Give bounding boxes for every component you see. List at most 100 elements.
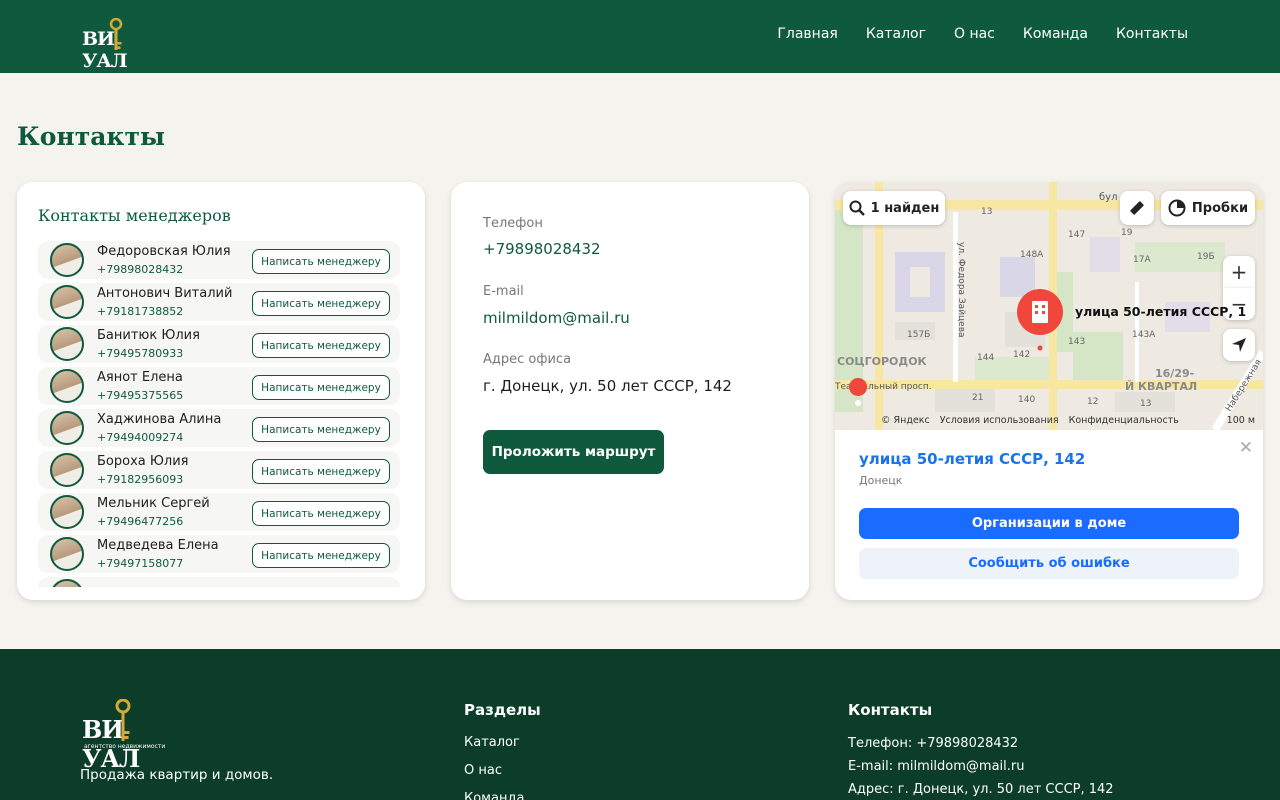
house-number: 17А xyxy=(1133,255,1151,265)
search-icon xyxy=(849,200,865,216)
place-city: Донецк xyxy=(859,474,903,487)
avatar xyxy=(50,327,84,361)
close-icon[interactable]: ✕ xyxy=(1239,438,1253,458)
footer-logo-subtitle: агентство недвижимости xyxy=(84,743,166,750)
avatar xyxy=(50,285,84,319)
write-manager-button[interactable]: Написать менеджеру xyxy=(252,543,390,568)
write-manager-button[interactable]: Написать менеджеру xyxy=(252,249,390,274)
manager-name: Бороха Юлия xyxy=(97,454,189,469)
manager-name: Аянот Елена xyxy=(97,370,183,385)
footer-sections-title: Разделы xyxy=(464,701,541,719)
manager-phone[interactable]: +79494009274 xyxy=(97,431,183,444)
zoom-in-button[interactable]: + xyxy=(1223,256,1255,288)
house-number: 19Б xyxy=(1197,252,1215,262)
write-manager-button[interactable]: Написать менеджеру xyxy=(252,501,390,526)
footer-link-catalog[interactable]: Каталог xyxy=(464,735,520,750)
phone-value[interactable]: +79898028432 xyxy=(483,240,601,258)
house-number: 13 xyxy=(981,207,992,217)
avatar xyxy=(50,243,84,277)
manager-name: Хаджинова Алина xyxy=(97,412,222,427)
list-item: Мельник Сергей +79496477256 Написать мен… xyxy=(38,493,400,531)
avatar xyxy=(50,495,84,529)
report-error-button[interactable]: Сообщить об ошибке xyxy=(859,548,1239,579)
house-number: 142 xyxy=(1013,350,1030,360)
avatar xyxy=(50,411,84,445)
key-icon xyxy=(109,18,123,50)
traffic-button[interactable]: Пробки xyxy=(1161,191,1255,225)
privacy-link[interactable]: Конфиденциальность xyxy=(1069,415,1179,426)
avatar xyxy=(50,537,84,571)
nav-about[interactable]: О нас xyxy=(954,26,995,42)
house-number: 157Б xyxy=(907,330,930,340)
nav-catalog[interactable]: Каталог xyxy=(866,26,926,42)
house-number: 143 xyxy=(1068,337,1085,347)
address-value: г. Донецк, ул. 50 лет СССР, 142 xyxy=(483,377,732,395)
avatar xyxy=(50,579,84,587)
logo[interactable]: ВИ УАЛ xyxy=(82,18,154,72)
house-number: 19 xyxy=(1121,228,1133,238)
list-item: Банитюк Юлия +79495780933 Написать менед… xyxy=(38,325,400,363)
district-label: 16/29- xyxy=(1155,367,1194,380)
write-manager-button[interactable]: Написать менеджеру xyxy=(252,375,390,400)
district-label: СОЦГОРОДОК xyxy=(837,355,927,368)
list-item: Федоровская Юлия +79898028432 Написать м… xyxy=(38,241,400,279)
house-number: 21 xyxy=(972,393,983,403)
nav-contacts[interactable]: Контакты xyxy=(1116,26,1188,42)
nav-home[interactable]: Главная xyxy=(777,26,837,42)
yandex-copyright[interactable]: © Яндекс xyxy=(881,415,930,426)
footer-link-team[interactable]: Команда xyxy=(464,791,524,800)
manager-name: Мельник Сергей xyxy=(97,496,210,511)
traffic-label: Пробки xyxy=(1191,200,1249,216)
write-manager-button[interactable]: Написать менеджеру xyxy=(252,459,390,484)
managers-title: Контакты менеджеров xyxy=(38,206,231,225)
footer-address: Адрес: г. Донецк, ул. 50 лет СССР, 142 xyxy=(848,782,1114,797)
manager-phone[interactable]: +79497158077 xyxy=(97,557,183,570)
manager-phone[interactable]: +79898028432 xyxy=(97,263,183,276)
house-number: 13 xyxy=(1140,399,1151,409)
list-item: Хаджинова Алина +79494009274 Написать ме… xyxy=(38,409,400,447)
manager-phone[interactable]: +79182956093 xyxy=(97,473,183,486)
house-number: 148А xyxy=(1020,250,1044,260)
email-value[interactable]: milmildom@mail.ru xyxy=(483,309,630,327)
site-header: ВИ УАЛ Главная Каталог О нас Команда Кон… xyxy=(0,0,1280,73)
write-manager-button[interactable]: Написать менеджеру xyxy=(252,333,390,358)
organizations-button[interactable]: Организации в доме xyxy=(859,508,1239,539)
manager-phone[interactable]: +79181738852 xyxy=(97,305,183,318)
avatar xyxy=(50,369,84,403)
manager-name: Медведева Елена xyxy=(97,538,219,553)
house-number: 144 xyxy=(977,353,994,363)
avatar xyxy=(50,453,84,487)
footer-contacts-title: Контакты xyxy=(848,701,933,719)
manager-phone[interactable]: +79495375565 xyxy=(97,389,183,402)
footer-link-about[interactable]: О нас xyxy=(464,763,502,778)
terms-link[interactable]: Условия использования xyxy=(940,415,1059,426)
search-result-pill[interactable]: 1 найден xyxy=(843,191,945,225)
managers-card: Контакты менеджеров Федоровская Юлия +79… xyxy=(17,182,425,600)
house-number: 12 xyxy=(1087,397,1098,407)
manager-name: Федоровская Юлия xyxy=(97,244,231,259)
street-label: бул xyxy=(1099,192,1117,203)
ruler-button[interactable] xyxy=(1120,191,1154,225)
list-item: Аянот Елена +79495375565 Написать менедж… xyxy=(38,367,400,405)
list-item xyxy=(38,577,400,587)
site-footer: ВИ УАЛ агентство недвижимости Продажа кв… xyxy=(0,649,1280,800)
footer-logo[interactable]: ВИ УАЛ агентство недвижимости xyxy=(82,699,182,773)
route-button[interactable]: Проложить маршрут xyxy=(483,430,664,474)
nav-team[interactable]: Команда xyxy=(1023,26,1088,42)
list-item: Бороха Юлия +79182956093 Написать менедж… xyxy=(38,451,400,489)
list-item: Антонович Виталий +79181738852 Написать … xyxy=(38,283,400,321)
managers-list[interactable]: Федоровская Юлия +79898028432 Написать м… xyxy=(38,241,400,587)
house-number: 143А xyxy=(1132,330,1156,340)
place-title[interactable]: улица 50-летия СССР, 142 xyxy=(859,450,1085,468)
map-canvas[interactable]: 13 147 148А 19 17А 19Б 157Б 144 142 143 … xyxy=(835,182,1263,430)
email-label: E-mail xyxy=(483,284,524,299)
footer-phone: Телефон: +79898028432 xyxy=(848,736,1019,751)
manager-name: Банитюк Юлия xyxy=(97,328,200,343)
write-manager-button[interactable]: Написать менеджеру xyxy=(252,417,390,442)
write-manager-button[interactable]: Написать менеджеру xyxy=(252,291,390,316)
geolocation-button[interactable] xyxy=(1223,329,1255,361)
contacts-card: Телефон +79898028432 E-mail milmildom@ma… xyxy=(451,182,809,600)
street-label: ул. Федора Зайцева xyxy=(956,242,966,338)
manager-phone[interactable]: +79495780933 xyxy=(97,347,183,360)
manager-phone[interactable]: +79496477256 xyxy=(97,515,183,528)
